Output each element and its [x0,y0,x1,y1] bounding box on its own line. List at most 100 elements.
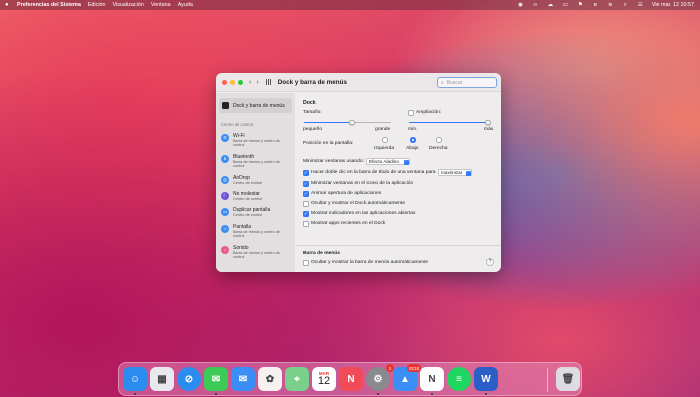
dock-settings-pane: Dock Tamaño: pequeño grande Ampliación: … [296,93,501,272]
running-indicator [215,393,217,395]
sidebar-item-text: No molestar Centro de control [233,191,262,201]
bluetooth-icon: ʙ [221,154,229,163]
option-label-3: Mostrar indicadores en las aplicaciones … [311,211,416,216]
settings-icon[interactable]: ⚙ 1 [366,364,394,391]
sidebar-item-no-molestar[interactable]: ☾ No molestar Centro de control [216,188,295,204]
size-slider-knob[interactable] [349,119,355,125]
position-left-radio[interactable] [382,137,388,143]
option-label-2: Ocultar y mostrar el Dock automáticament… [311,201,406,206]
search-field[interactable]: ⌕ Buscar [437,77,497,88]
moon-icon: ☾ [221,192,229,201]
option-checkbox-3[interactable]: ✓ [303,211,309,217]
news-icon[interactable]: N [339,367,363,391]
wifi-status-icon[interactable]: ≋ [607,2,614,8]
trash-icon[interactable]: 🗑 [556,367,580,391]
menu-visualizacion[interactable]: Visualización [113,2,144,8]
apple-menu-icon[interactable]: ● [5,2,13,8]
launchpad-icon[interactable]: ▦ [150,367,174,391]
word-icon[interactable]: W [474,367,498,391]
bluetooth-status-icon[interactable]: ʙ [592,2,599,8]
messages-icon[interactable]: ✉ [204,367,228,391]
option-label-0: Minimizar ventanas en el icono de la apl… [311,181,414,186]
sidebar-item-subtitle: Barra de menús y centro de control [233,250,280,260]
control-center-icon[interactable]: ☰ [637,2,644,8]
sidebar-item-text: AirDrop Centro de control [233,175,262,185]
search-icon[interactable]: ⌕ [622,2,629,8]
mail-icon[interactable]: ✉ [231,367,255,391]
sidebar-item-wi-fi[interactable]: ≋ Wi-Fi Barra de menús y centro de control [216,130,295,151]
minimize-button[interactable] [230,79,235,85]
magnification-max-label: máx. [484,127,495,132]
menubar-autohide-label: Ocultar y mostrar la barra de menús auto… [311,260,429,265]
calendar-day: 12 [317,375,331,387]
sidebar-item-subtitle: Centro de control [233,197,263,202]
sidebar-item-pantalla[interactable]: ☼ Pantalla Barra de menús y centro de cont… [216,221,295,242]
section-divider [296,245,501,246]
sidebar-item-subtitle: Barra de menús y centro de control [233,229,280,239]
sidebar-item-subtitle: Barra de menús y centro de control [233,159,280,169]
flag-icon[interactable]: ⚑ [577,2,584,8]
sidebar-item-bluetooth[interactable]: ʙ Bluetooth Barra de menús y centro de con… [216,151,295,172]
menu-edicion[interactable]: Edición [88,2,106,8]
sidebar-item-label: Dock y barra de menús [233,102,285,109]
photos-icon[interactable]: ✿ [258,367,282,391]
sidebar-item-airdrop[interactable]: ◎ AirDrop Centro de control [216,172,295,188]
magnification-slider-knob[interactable] [485,119,491,125]
size-slider-fill [304,122,352,124]
menu-clock[interactable]: Vie mar. 12 10:57 [652,2,694,8]
notion-icon[interactable]: N [420,367,444,391]
close-button[interactable] [222,79,227,85]
creative-cloud-icon[interactable]: ∞ [532,2,539,8]
magnification-checkbox[interactable] [408,110,414,116]
option-checkbox-4[interactable] [303,221,309,227]
testflight-icon[interactable]: ▲ 8218 [393,364,421,391]
option-checkbox-0[interactable]: ✓ [303,181,309,187]
position-bottom-radio[interactable] [410,137,416,143]
back-icon[interactable]: ‹ [249,79,251,86]
magnification-label: Ampliación: [416,110,442,115]
option-checkbox-1[interactable]: ✓ [303,191,309,197]
position-right-radio[interactable] [436,137,442,143]
forward-icon[interactable]: › [256,79,258,86]
zoom-button[interactable] [238,79,243,85]
menu-bar: ● Preferencias del Sistema Edición Visua… [0,0,700,10]
cloud-icon[interactable]: ☁ [547,2,554,8]
safari-icon[interactable]: ⊘ [177,367,201,391]
help-button[interactable]: ? [486,258,494,266]
double-click-value: maximizar [441,170,463,175]
display-icon: ▭ [221,208,229,217]
double-click-label: Hacer doble clic en la barra de título d… [311,170,436,175]
double-click-checkbox[interactable]: ✓ [303,170,309,176]
menu-ventana[interactable]: Ventana [151,2,171,8]
position-label: Posición en la pantalla: [303,141,354,146]
running-indicator [431,393,433,395]
sidebar-item-sonido[interactable]: ♪ Sonido Barra de menús y centro de contro… [216,242,295,263]
running-indicator [485,393,487,395]
position-right-label: Derecha [429,146,448,151]
double-click-popup[interactable]: maximizar ⌃ [438,169,472,176]
battery-icon[interactable]: ▭ [562,2,569,8]
dock-heading: Dock [303,100,316,106]
sidebar-item-duplicar-pantalla[interactable]: ▭ Duplicar pantalla Centro de control [216,204,295,220]
minimize-effect-popup[interactable]: Efecto Aladino ⌃ [366,158,410,165]
menu-ayuda[interactable]: Ayuda [178,2,193,8]
show-all-icon[interactable] [265,79,272,85]
option-checkbox-2[interactable] [303,201,309,207]
calendar-icon[interactable]: MAR 12 [312,367,336,391]
running-indicator [377,393,379,395]
sidebar-item-text: Bluetooth Barra de menús y centro de cont… [233,154,292,169]
sidebar-item-dock[interactable]: Dock y barra de menús [219,98,292,113]
maps-icon[interactable]: ⌖ [285,367,309,391]
sidebar-item-text: Sonido Barra de menús y centro de control [233,245,292,260]
sidebar-item-text: Pantalla Barra de menús y centro de contr… [233,224,292,239]
brightness-icon: ☼ [221,224,229,233]
size-max-label: grande [375,127,391,132]
menu-app-name[interactable]: Preferencias del Sistema [17,2,81,8]
sidebar-list: ≋ Wi-Fi Barra de menús y centro de control… [216,130,295,262]
size-min-label: pequeño [303,127,323,132]
position-left-label: Izquierda [374,146,395,151]
status-app-icon[interactable]: ◉ [517,2,524,8]
spotify-icon[interactable]: ≡ [447,367,471,391]
finder-icon[interactable]: ☺ [123,367,147,391]
menubar-autohide-checkbox[interactable] [303,260,309,266]
